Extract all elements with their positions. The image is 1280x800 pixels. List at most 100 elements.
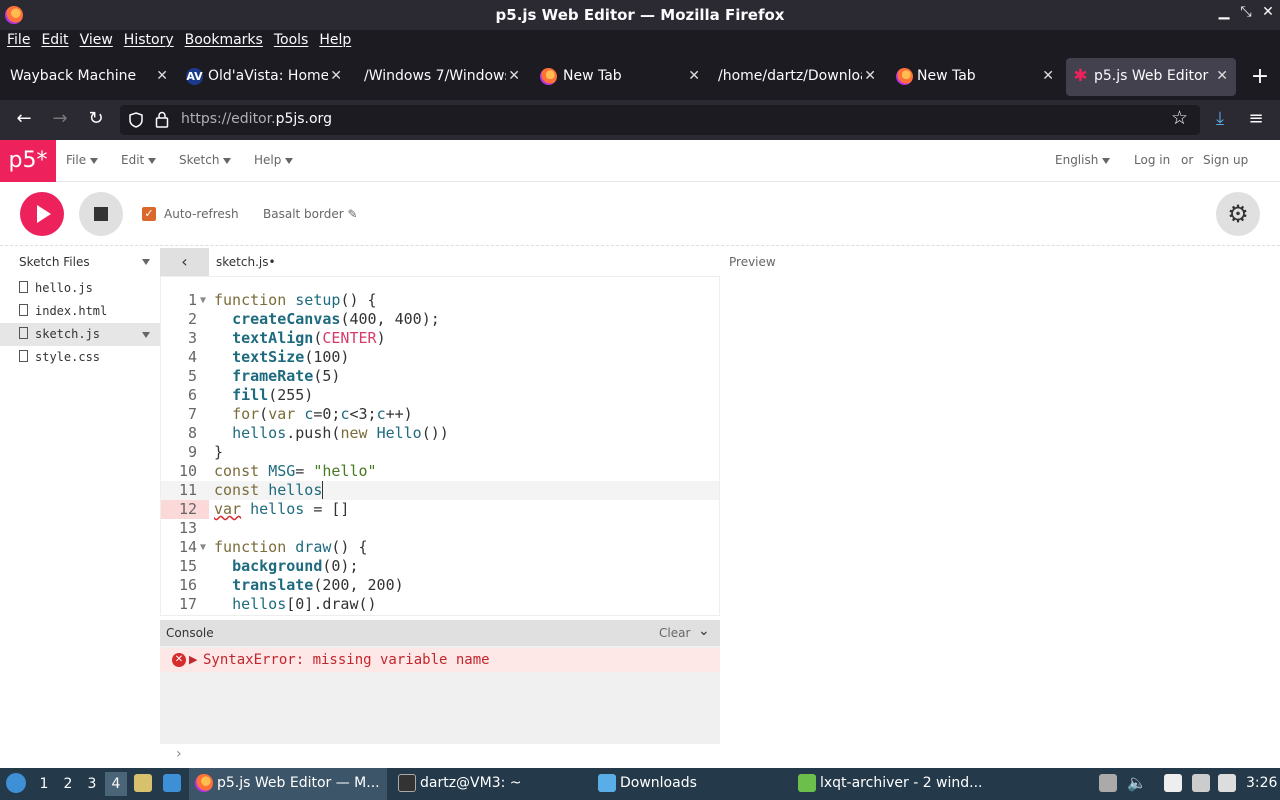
desktop-1[interactable]: 1 [33,772,55,796]
p5-menu-help[interactable]: Help [254,153,294,167]
code-line-current[interactable]: 11 const hellos [161,481,719,500]
menu-history[interactable]: History [124,30,174,50]
code-line[interactable]: 17 hellos[0].draw() [161,595,719,614]
downloads-icon[interactable]: ⤓ [1208,108,1232,132]
menu-bookmarks[interactable]: Bookmarks [185,30,263,50]
login-link[interactable]: Log in [1134,153,1170,167]
tab-close-icon[interactable]: ✕ [508,68,520,84]
menu-file[interactable]: File [7,30,30,50]
taskbar-window-downloads[interactable]: Downloads [594,768,792,800]
code-line[interactable]: 5 frameRate(5) [161,367,719,386]
code-line[interactable]: 7 for(var c=0;c<3;c++) [161,405,719,424]
tab-oldavista[interactable]: AV Old'aVista: Home ✕ [178,58,350,96]
open-file-tab[interactable]: sketch.js• [216,255,276,269]
archive-icon[interactable] [134,774,152,792]
code-line[interactable]: 1 ▼ function setup() { [161,291,719,310]
shield-icon[interactable] [128,112,144,128]
network-icon[interactable] [1192,774,1210,792]
menu-view[interactable]: View [80,30,113,50]
file-item-index-html[interactable]: index.html [0,300,160,323]
clock[interactable]: 3:26 [1246,775,1277,791]
menu-edit[interactable]: Edit [41,30,68,50]
code-line[interactable]: 13 [161,519,719,538]
show-desktop-icon[interactable] [163,774,181,792]
code-line[interactable]: 9} [161,443,719,462]
start-menu-icon[interactable] [6,773,26,793]
lock-icon[interactable] [155,111,169,128]
url-bar[interactable]: https://editor.p5js.org ☆ [120,105,1200,135]
code-line[interactable]: 8 hellos.push(new Hello()) [161,424,719,443]
caret-down-icon[interactable] [142,332,150,338]
tab-p5js-editor[interactable]: ✱ p5.js Web Editor ✕ [1066,58,1236,96]
code-line[interactable]: 2 createCanvas(400, 400); [161,310,719,329]
code-editor[interactable]: 1 ▼ function setup() { 2 createCanvas(400,… [160,276,720,616]
tray-storage-icon[interactable] [1099,774,1117,792]
back-button[interactable]: ← [12,108,36,132]
tab-close-icon[interactable]: ✕ [1216,68,1228,84]
fold-arrow-icon[interactable]: ▼ [200,538,206,557]
chevron-down-icon[interactable]: ⌄ [698,623,710,639]
code-line[interactable]: 14 ▼ function draw() { [161,538,719,557]
reload-button[interactable]: ↻ [84,108,108,132]
url-text[interactable]: https://editor.p5js.org [181,111,332,127]
collapse-sidebar-button[interactable]: ‹ [160,248,209,276]
menu-help[interactable]: Help [319,30,351,50]
tab-close-icon[interactable]: ✕ [156,68,168,84]
code-line-error[interactable]: 12 var hellos = [] [161,500,719,519]
desktop-3[interactable]: 3 [81,772,103,796]
tab-windows7[interactable]: /Windows 7/Windows ✕ [354,58,528,96]
hamburger-menu-icon[interactable]: ≡ [1244,108,1268,132]
play-button[interactable] [20,192,64,236]
caret-down-icon[interactable] [142,259,150,265]
expand-arrow-icon[interactable]: ▶ [189,653,197,666]
volume-icon[interactable]: 🔈 [1127,773,1147,792]
minimize-icon[interactable]: ▁ [1213,4,1235,20]
code-line[interactable]: 4 textSize(100) [161,348,719,367]
menu-tools[interactable]: Tools [274,30,309,50]
tab-close-icon[interactable]: ✕ [688,68,700,84]
tab-close-icon[interactable]: ✕ [1042,68,1054,84]
code-line[interactable]: 10 const MSG= "hello" [161,462,719,481]
code-line[interactable]: 16 translate(200, 200) [161,576,719,595]
console-clear-button[interactable]: Clear [659,626,690,640]
file-item-hello-js[interactable]: hello.js [0,277,160,300]
p5-logo[interactable]: p5* [0,140,56,182]
keyboard-icon[interactable] [1218,774,1236,792]
settings-button[interactable]: ⚙ [1216,192,1260,236]
tab-newtab-1[interactable]: New Tab ✕ [532,58,708,96]
code-line[interactable]: 6 fill(255) [161,386,719,405]
desktop-4[interactable]: 4 [105,772,127,796]
close-window-icon[interactable]: ✕ [1257,4,1279,20]
fold-arrow-icon[interactable]: ▼ [200,291,206,310]
tab-close-icon[interactable]: ✕ [864,68,876,84]
signup-link[interactable]: Sign up [1203,153,1248,167]
forward-button[interactable]: → [48,108,72,132]
tab-wayback[interactable]: Wayback Machine ✕ [0,58,176,96]
file-item-style-css[interactable]: style.css [0,346,160,369]
restore-icon[interactable]: ⤡ [1235,4,1257,20]
tab-newtab-2[interactable]: New Tab ✕ [888,58,1062,96]
desktop-2[interactable]: 2 [57,772,79,796]
taskbar-window-archiver[interactable]: lxqt-archiver - 2 wind... [796,768,994,800]
tab-close-icon[interactable]: ✕ [330,68,342,84]
language-select[interactable]: English [1055,153,1111,167]
sidebar-header[interactable]: Sketch Files [0,248,160,276]
clipboard-icon[interactable] [1164,774,1182,792]
taskbar-window-terminal[interactable]: dartz@VM3: ~ [392,768,590,800]
file-item-sketch-js[interactable]: sketch.js [0,323,160,346]
console-error-row[interactable]: ✕ ▶ SyntaxError: missing variable name [160,648,720,672]
tab-downloads-folder[interactable]: /home/dartz/Downloa ✕ [710,58,884,96]
console-input[interactable]: › [160,744,720,768]
sketch-name[interactable]: Basalt border ✎ [263,207,358,221]
tab-label: New Tab [917,68,976,84]
taskbar-window-firefox[interactable]: p5.js Web Editor — M... [189,768,387,800]
bookmark-star-icon[interactable]: ☆ [1171,107,1188,129]
code-line[interactable]: 3 textAlign(CENTER) [161,329,719,348]
p5-menu-file[interactable]: File [66,153,99,167]
p5-menu-edit[interactable]: Edit [121,153,157,167]
new-tab-button[interactable]: + [1248,64,1272,89]
p5-menu-sketch[interactable]: Sketch [179,153,232,167]
stop-button[interactable] [79,192,123,236]
auto-refresh-checkbox[interactable]: ✓ [142,207,156,221]
code-line[interactable]: 15 background(0); [161,557,719,576]
